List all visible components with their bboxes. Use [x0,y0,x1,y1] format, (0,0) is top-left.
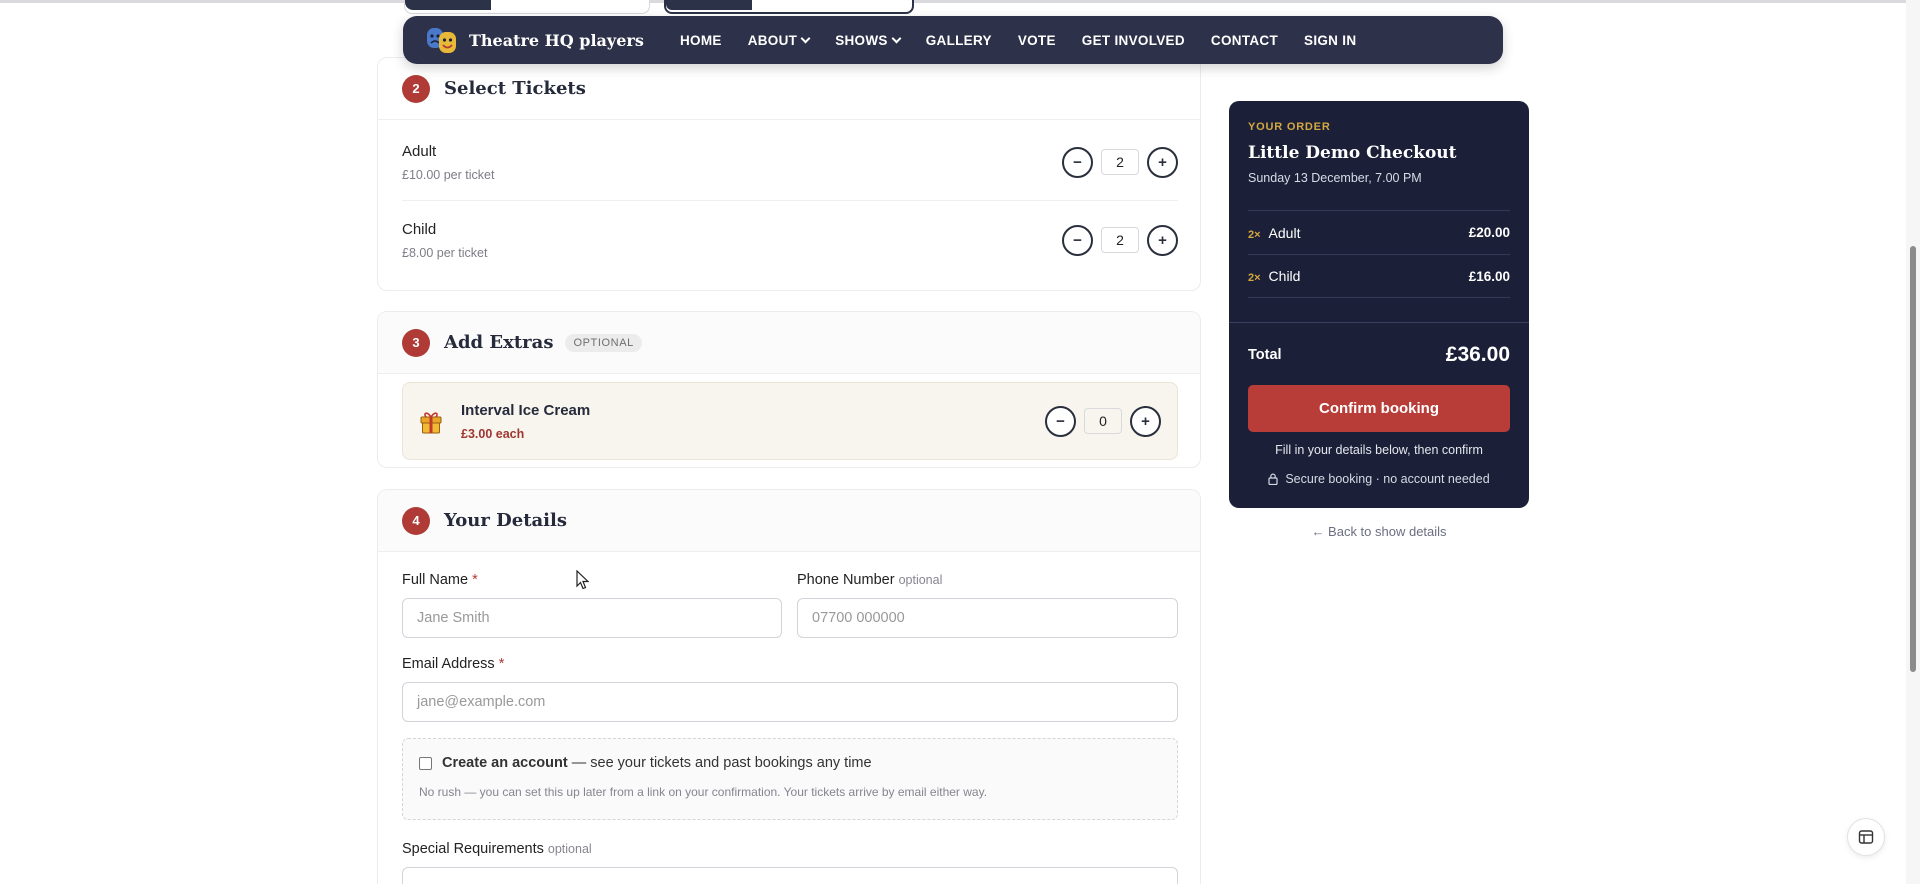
full-name-label: Full Name * [402,572,478,588]
special-requirements-input[interactable] [402,867,1178,884]
your-details-card: 4 Your Details Full Name * Jane Smith Ph… [377,489,1201,884]
quantity-stepper: − 0 + [1045,405,1161,437]
top-border [0,0,1920,3]
select-tickets-card: 2 Select Tickets Adult £10.00 per ticket… [377,57,1201,291]
ticket-row-child: Child £8.00 per ticket − 2 + [402,204,1178,276]
brand-name: Theatre HQ players [469,30,644,50]
order-summary: YOUR ORDER Little Demo Checkout Sunday 1… [1229,101,1529,508]
decrease-button[interactable]: − [1062,146,1093,178]
ticket-row-adult: Adult £10.00 per ticket − 2 + [402,126,1178,198]
special-requirements-label: Special Requirements optional [402,841,592,857]
divider [402,200,1178,201]
phone-input[interactable]: 07700 000000 [797,598,1178,638]
ticket-name: Adult [402,142,437,160]
scrollbar[interactable] [1906,0,1920,884]
extra-price: £3.00 each [461,426,525,441]
scrollbar-thumb[interactable] [1910,246,1916,672]
step-number: 2 [402,74,430,103]
layout-icon [1858,830,1874,844]
increase-button[interactable]: + [1147,224,1178,256]
card-header: 3 Add Extras OPTIONAL [378,312,1200,374]
create-account-box: Create an account — see your tickets and… [402,738,1178,820]
decrease-button[interactable]: − [1062,224,1093,256]
decrease-button[interactable]: − [1045,405,1076,437]
email-label: Email Address * [402,656,505,672]
nav-about[interactable]: ABOUT [748,33,811,48]
chevron-down-icon [891,33,902,43]
card-title: Your Details [444,510,567,531]
logo[interactable]: Theatre HQ players [425,25,680,55]
nav-links: HOME ABOUT SHOWS GALLERY VOTE GET INVOLV… [680,33,1382,48]
ticket-price: £10.00 per ticket [402,167,495,182]
quantity-input[interactable]: 0 [1084,408,1122,434]
full-name-input[interactable]: Jane Smith [402,598,782,638]
mouse-cursor-icon [576,570,590,590]
back-to-show-link[interactable]: ← Back to show details [1229,524,1529,539]
create-account-desc: — see your tickets and past bookings any… [571,755,872,771]
nav-vote[interactable]: VOTE [1018,33,1056,48]
increase-button[interactable]: + [1130,405,1161,437]
create-account-note: No rush — you can set this up later from… [419,785,988,799]
email-input[interactable]: jane@example.com [402,682,1178,722]
ticket-name: Child [402,220,437,238]
layout-toggle-button[interactable] [1847,818,1885,856]
ticket-price: £8.00 per ticket [402,245,488,260]
card-title: Select Tickets [444,78,586,99]
nav-shows[interactable]: SHOWS [835,33,902,48]
step-number: 4 [402,506,430,535]
card-header: 2 Select Tickets [378,58,1200,120]
quantity-stepper: − 2 + [1062,146,1178,178]
nav-sign-in[interactable]: SIGN IN [1304,33,1356,48]
gift-icon [420,412,442,434]
step-number: 3 [402,328,430,357]
card-title: Add Extras [444,332,554,353]
increase-button[interactable]: + [1147,146,1178,178]
create-account-checkbox[interactable] [419,756,432,770]
confirm-booking-button[interactable]: Confirm booking [1248,385,1510,432]
quantity-input[interactable]: 2 [1101,149,1139,175]
nav-gallery[interactable]: GALLERY [926,33,992,48]
total-amount: £36.00 [1445,342,1510,366]
quantity-stepper: − 2 + [1062,224,1178,256]
phone-label: Phone Number optional [797,572,943,588]
fill-details-note: Fill in your details below, then confirm [1275,443,1483,457]
main-nav: Theatre HQ players HOME ABOUT SHOWS GALL… [403,16,1503,64]
order-show-title: Little Demo Checkout [1248,143,1457,163]
secure-note: Secure booking · no account needed [1229,472,1529,486]
order-kicker: YOUR ORDER [1248,121,1331,133]
lock-icon [1268,473,1278,485]
order-line-child: 2× Child £16.00 [1248,254,1510,298]
nav-home[interactable]: HOME [680,33,722,48]
optional-badge: OPTIONAL [565,333,642,352]
nav-contact[interactable]: CONTACT [1211,33,1278,48]
card-header: 4 Your Details [378,490,1200,552]
quantity-input[interactable]: 2 [1101,227,1139,253]
extra-name: Interval Ice Cream [461,401,591,419]
chevron-down-icon [800,33,811,43]
add-extras-card: 3 Add Extras OPTIONAL Interval Ice Cream… [377,311,1201,468]
extra-item: Interval Ice Cream £3.00 each − 0 + [402,382,1178,460]
theatre-masks-icon [427,28,456,53]
tab-remnant-active [664,0,914,14]
order-date: Sunday 13 December, 7.00 PM [1248,171,1422,185]
order-line-adult: 2× Adult £20.00 [1248,210,1510,254]
order-total: Total £36.00 [1229,322,1529,386]
nav-get-involved[interactable]: GET INVOLVED [1082,33,1185,48]
create-account-title: Create an account [442,755,568,771]
total-label: Total [1248,346,1282,363]
tab-remnant [404,0,650,14]
